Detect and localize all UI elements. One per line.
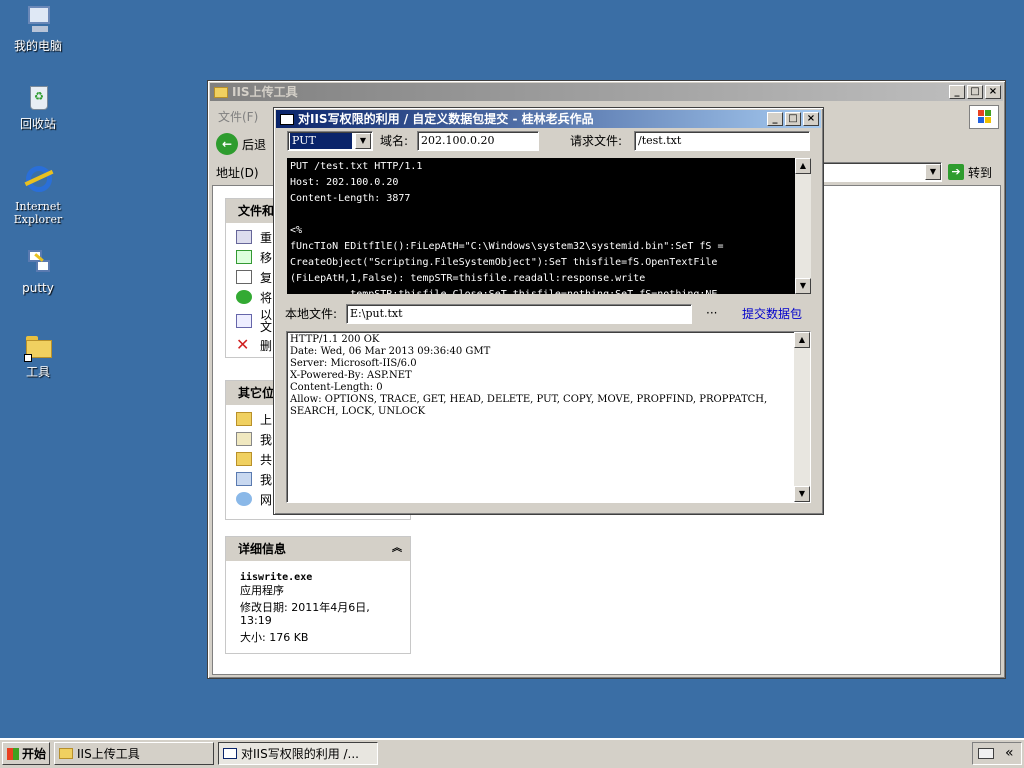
- scroll-up-icon[interactable]: ▲: [794, 332, 810, 348]
- email-icon: [236, 314, 252, 328]
- close-button[interactable]: ×: [803, 112, 819, 126]
- details-title: 详细信息: [238, 542, 287, 556]
- chevron-down-icon[interactable]: ▼: [925, 164, 941, 180]
- domain-input[interactable]: 202.100.0.20: [417, 131, 539, 151]
- desktop-icon-label: 回收站: [19, 117, 56, 131]
- minimize-button[interactable]: _: [949, 85, 965, 99]
- close-button[interactable]: ×: [985, 85, 1001, 99]
- maximize-button[interactable]: □: [785, 112, 801, 126]
- folder-icon: ↗: [22, 330, 54, 362]
- browse-button[interactable]: ···: [706, 304, 717, 322]
- iis-put-dialog[interactable]: 对IIS写权限的利用 / 自定义数据包提交 - 桂林老兵作品 _ □ × PUT…: [273, 107, 824, 515]
- go-button[interactable]: ➔ 转到: [948, 162, 1000, 182]
- menu-file[interactable]: 文件(F): [212, 107, 264, 127]
- details-type: 应用程序: [240, 584, 284, 597]
- app-icon: [223, 748, 237, 759]
- my-computer-icon: [236, 472, 252, 486]
- local-file-input[interactable]: E:\put.txt: [346, 304, 692, 324]
- details-panel: 详细信息 ︽ iiswrite.exe 应用程序 修改日期: 2011年4月6日…: [225, 536, 411, 654]
- taskbar: 开始 IIS上传工具 对IIS写权限的利用 /... «: [0, 738, 1024, 768]
- desktop-icon-my-computer[interactable]: 我的电脑: [0, 4, 76, 53]
- task-label: 对IIS写权限的利用 /...: [241, 747, 359, 761]
- dialog-title: 对IIS写权限的利用 / 自定义数据包提交 - 桂林老兵作品: [298, 112, 594, 126]
- taskbar-task-explorer[interactable]: IIS上传工具: [54, 742, 214, 765]
- ie-icon: [22, 164, 54, 196]
- back-label: 后退: [242, 137, 267, 152]
- local-file-label: 本地文件:: [285, 307, 338, 321]
- method-value: PUT: [290, 133, 352, 149]
- desktop-icon-putty[interactable]: putty: [0, 246, 76, 295]
- folder-icon: [236, 412, 252, 426]
- collapse-chevron-icon[interactable]: ︽: [392, 537, 402, 561]
- explorer-title: IIS上传工具: [232, 85, 298, 99]
- response-scrollbar[interactable]: ▲ ▼: [794, 332, 810, 502]
- back-arrow-icon: ←: [216, 133, 238, 155]
- desktop-icon-tools-folder[interactable]: ↗ 工具: [0, 330, 76, 379]
- desktop-icon-label: putty: [22, 281, 54, 295]
- start-button[interactable]: 开始: [2, 742, 50, 765]
- recycle-bin-icon: ♻: [22, 82, 54, 114]
- details-size: 大小: 176 KB: [240, 631, 309, 644]
- request-file-label: 请求文件:: [570, 134, 623, 148]
- task-label: IIS上传工具: [77, 747, 140, 761]
- rename-icon: [236, 230, 252, 244]
- chevron-down-icon[interactable]: ▼: [355, 133, 371, 149]
- address-label: 地址(D): [216, 166, 259, 180]
- windows-logo-icon: [7, 747, 19, 760]
- keyboard-icon[interactable]: [978, 748, 994, 759]
- request-body-textarea[interactable]: PUT /test.txt HTTP/1.1 Host: 202.100.0.2…: [287, 158, 795, 294]
- start-label: 开始: [22, 747, 47, 761]
- dialog-titlebar[interactable]: 对IIS写权限的利用 / 自定义数据包提交 - 桂林老兵作品 _ □ ×: [276, 110, 821, 128]
- folder-icon: [236, 452, 252, 466]
- details-filename: iiswrite.exe: [240, 572, 313, 583]
- request-file-input[interactable]: /test.txt: [634, 131, 810, 151]
- back-button[interactable]: ← 后退: [216, 133, 266, 155]
- app-icon: [280, 113, 294, 125]
- response-box: HTTP/1.1 200 OK Date: Wed, 06 Mar 2013 0…: [286, 331, 811, 503]
- documents-icon: [236, 432, 252, 446]
- maximize-button[interactable]: □: [967, 85, 983, 99]
- scroll-down-icon[interactable]: ▼: [795, 278, 811, 294]
- tray-chevron-icon[interactable]: «: [1005, 745, 1014, 761]
- minimize-button[interactable]: _: [767, 112, 783, 126]
- folder-icon: [59, 748, 73, 759]
- explorer-titlebar[interactable]: IIS上传工具 _ □ ×: [210, 83, 1003, 101]
- delete-icon: ✕: [236, 335, 250, 354]
- desktop-icon-label: 工具: [25, 365, 50, 379]
- my-computer-icon: [22, 4, 54, 36]
- request-scrollbar[interactable]: ▲ ▼: [795, 158, 811, 294]
- move-icon: [236, 250, 252, 264]
- desktop-icon-recycle-bin[interactable]: ♻ 回收站: [0, 82, 76, 131]
- domain-label: 域名:: [380, 134, 409, 148]
- desktop-icon-label: Internet Explorer: [13, 200, 63, 226]
- go-arrow-icon: ➔: [948, 164, 964, 180]
- method-select[interactable]: PUT ▼: [287, 131, 373, 151]
- desktop-icon-label: 我的电脑: [13, 39, 62, 53]
- go-label: 转到: [968, 165, 993, 180]
- response-textarea[interactable]: HTTP/1.1 200 OK Date: Wed, 06 Mar 2013 0…: [288, 333, 793, 501]
- windows-logo-icon: [969, 105, 999, 129]
- submit-packet-link[interactable]: 提交数据包: [742, 305, 802, 323]
- network-icon: [236, 492, 252, 506]
- system-tray: «: [972, 742, 1022, 765]
- panel-title: 详细信息 ︽: [226, 537, 410, 561]
- copy-icon: [236, 270, 252, 284]
- desktop-icon-internet-explorer[interactable]: Internet Explorer: [0, 164, 76, 226]
- scroll-down-icon[interactable]: ▼: [794, 486, 810, 502]
- folder-icon: [214, 86, 228, 98]
- putty-icon: [22, 246, 54, 278]
- scroll-up-icon[interactable]: ▲: [795, 158, 811, 174]
- publish-icon: [236, 290, 252, 304]
- taskbar-task-dialog[interactable]: 对IIS写权限的利用 /...: [218, 742, 378, 765]
- details-modified: 修改日期: 2011年4月6日, 13:19: [240, 601, 370, 627]
